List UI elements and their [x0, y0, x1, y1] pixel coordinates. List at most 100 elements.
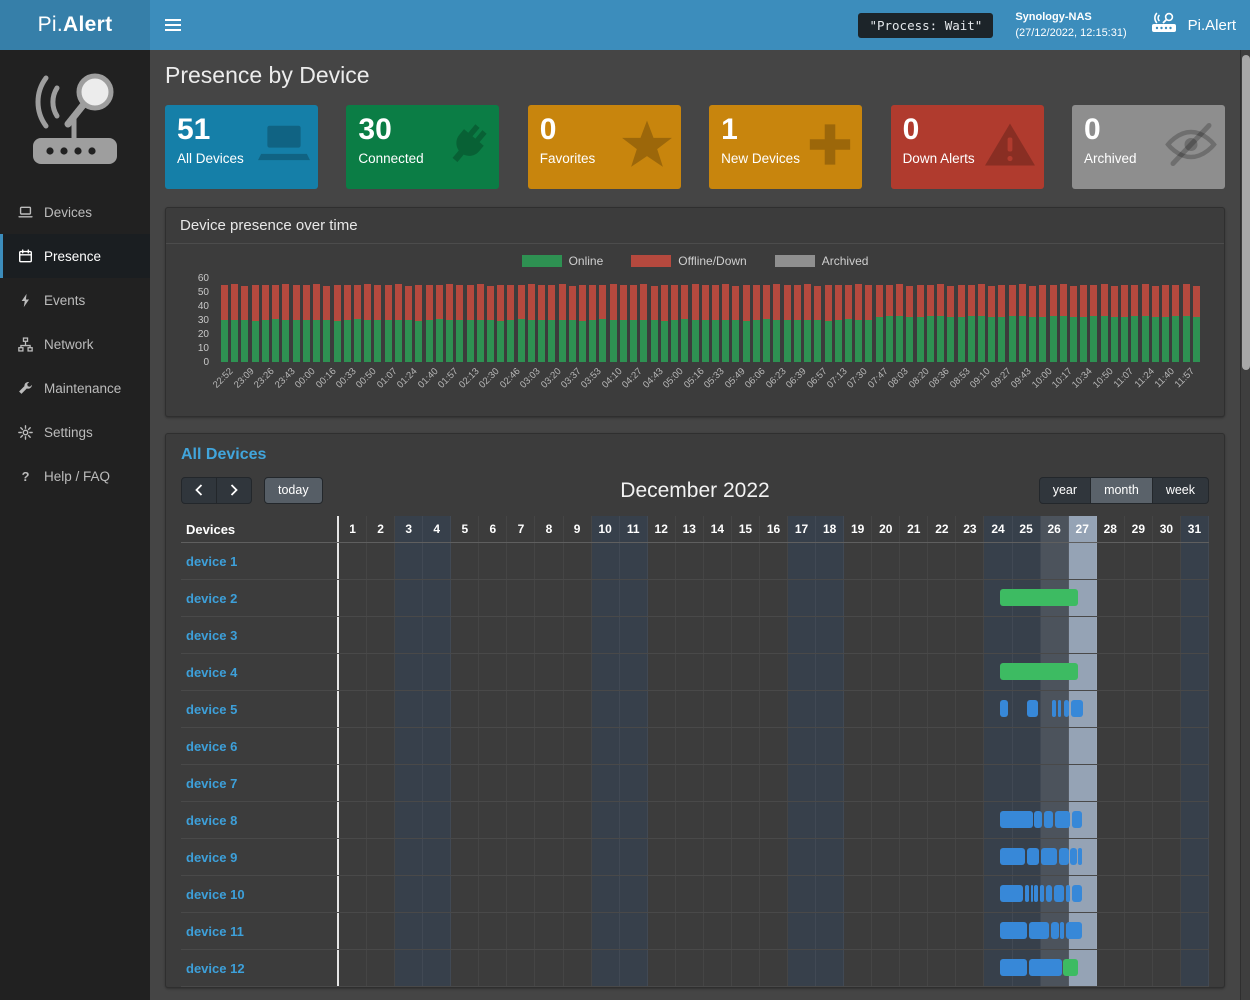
device-link-device-6[interactable]: device 6 — [186, 739, 237, 754]
view-week-button[interactable]: week — [1153, 477, 1209, 504]
chart-bar-online — [630, 320, 637, 362]
presence-bar-blue[interactable] — [1027, 848, 1039, 865]
sidebar-toggle-button[interactable] — [150, 0, 196, 50]
device-link-device-5[interactable]: device 5 — [186, 702, 237, 717]
device-link-device-10[interactable]: device 10 — [186, 887, 245, 902]
presence-bar-blue[interactable] — [1025, 885, 1029, 902]
device-name-cell: device 8 — [181, 802, 339, 838]
presence-bar-blue[interactable] — [1059, 848, 1069, 865]
chart-bar-offline — [507, 285, 514, 320]
chart-bar-offline — [906, 286, 913, 317]
presence-bar-blue[interactable] — [1000, 811, 1033, 828]
sidebar-item-maintenance[interactable]: Maintenance — [0, 366, 150, 410]
calendar-title: December 2022 — [441, 479, 949, 503]
sidebar-item-devices[interactable]: Devices — [0, 190, 150, 234]
presence-bar-blue[interactable] — [1072, 885, 1082, 902]
chart-bar-offline — [610, 284, 617, 320]
summary-tile-new-devices[interactable]: 1New Devices — [709, 105, 862, 189]
calendar-prev-button[interactable] — [181, 477, 217, 504]
presence-bar-blue[interactable] — [1034, 811, 1042, 828]
device-link-device-12[interactable]: device 12 — [186, 961, 245, 976]
chart-bar-offline — [988, 286, 995, 317]
presence-bar-blue[interactable] — [1070, 848, 1076, 865]
presence-bars-overlay — [339, 839, 1209, 875]
sidebar-item-network[interactable]: Network — [0, 322, 150, 366]
day-header-17: 17 — [788, 516, 816, 542]
laptop-icon — [258, 123, 310, 172]
presence-bar-blue[interactable] — [1055, 811, 1070, 828]
presence-bar-blue[interactable] — [1029, 959, 1063, 976]
presence-bar-blue[interactable] — [1041, 848, 1057, 865]
view-year-button[interactable]: year — [1039, 477, 1091, 504]
y-axis-tick: 50 — [181, 287, 209, 298]
scrollbar-thumb[interactable] — [1242, 55, 1250, 370]
gear-icon — [17, 425, 34, 440]
sidebar-item-events[interactable]: Events — [0, 278, 150, 322]
summary-tiles: 51All Devices 30Connected 0Favorites 1New D… — [165, 105, 1225, 189]
presence-bar-blue[interactable] — [1029, 922, 1049, 939]
presence-bar-blue[interactable] — [1000, 848, 1025, 865]
chart-bar-online — [395, 320, 402, 362]
device-name-cell: device 6 — [181, 728, 339, 764]
main-content: Presence by Device 51All Devices30Connec… — [150, 50, 1240, 1000]
presence-bar-blue[interactable] — [1058, 700, 1061, 717]
device-link-device-3[interactable]: device 3 — [186, 628, 237, 643]
presence-bar-blue[interactable] — [1060, 922, 1064, 939]
presence-bar-blue[interactable] — [1031, 885, 1033, 902]
calendar-today-button[interactable]: today — [264, 477, 323, 504]
chart-bar-offline — [958, 285, 965, 317]
presence-bar-blue[interactable] — [1046, 885, 1052, 902]
summary-tile-down-alerts[interactable]: 0Down Alerts — [891, 105, 1044, 189]
presence-bar-blue[interactable] — [1071, 700, 1083, 717]
device-link-device-9[interactable]: device 9 — [186, 850, 237, 865]
presence-bar-blue[interactable] — [1072, 811, 1082, 828]
day-header-18: 18 — [816, 516, 844, 542]
view-month-button[interactable]: month — [1091, 477, 1153, 504]
presence-bar-blue[interactable] — [1027, 700, 1038, 717]
page-scrollbar[interactable] — [1240, 50, 1250, 1000]
device-link-device-4[interactable]: device 4 — [186, 665, 237, 680]
presence-bar-blue[interactable] — [1000, 959, 1027, 976]
presence-bar-blue[interactable] — [1054, 885, 1064, 902]
device-link-device-1[interactable]: device 1 — [186, 554, 237, 569]
summary-tile-favorites[interactable]: 0Favorites — [528, 105, 681, 189]
chart-bar-offline — [896, 284, 903, 316]
sidebar-item-help-faq[interactable]: ?Help / FAQ — [0, 454, 150, 498]
presence-bar-green[interactable] — [1000, 589, 1079, 606]
calendar-next-button[interactable] — [217, 477, 252, 504]
sidebar-item-settings[interactable]: Settings — [0, 410, 150, 454]
presence-bars-overlay — [339, 543, 1209, 579]
host-timestamp: (27/12/2022, 12:15:31) — [1015, 25, 1126, 42]
presence-bar-blue[interactable] — [1078, 848, 1082, 865]
device-link-device-11[interactable]: device 11 — [186, 924, 244, 939]
presence-bar-blue[interactable] — [1064, 700, 1070, 717]
chart-bar-online — [589, 320, 596, 362]
device-link-device-2[interactable]: device 2 — [186, 591, 237, 606]
presence-bar-blue[interactable] — [1000, 922, 1027, 939]
presence-bar-blue[interactable] — [1052, 700, 1056, 717]
presence-bar-blue[interactable] — [1066, 922, 1082, 939]
summary-tile-connected[interactable]: 30Connected — [346, 105, 499, 189]
device-link-device-8[interactable]: device 8 — [186, 813, 237, 828]
sidebar-item-presence[interactable]: Presence — [0, 234, 150, 278]
summary-tile-archived[interactable]: 0Archived — [1072, 105, 1225, 189]
chart-bar-online — [1172, 316, 1179, 362]
presence-bar-blue[interactable] — [1040, 885, 1044, 902]
presence-bar-green[interactable] — [1000, 663, 1079, 680]
presence-bar-blue[interactable] — [1034, 885, 1038, 902]
presence-bar-green[interactable] — [1063, 959, 1079, 976]
chart-bar-offline — [477, 284, 484, 320]
chart-bar-offline — [743, 285, 750, 321]
chart-bar-online — [978, 316, 985, 362]
brand-logo[interactable]: Pi.Alert — [0, 0, 150, 50]
presence-bar-blue[interactable] — [1000, 885, 1023, 902]
presence-bar-blue[interactable] — [1000, 700, 1008, 717]
presence-bar-blue[interactable] — [1044, 811, 1053, 828]
chart-bar-online — [456, 320, 463, 362]
device-link-device-7[interactable]: device 7 — [186, 776, 237, 791]
summary-tile-all-devices[interactable]: 51All Devices — [165, 105, 318, 189]
presence-bar-blue[interactable] — [1051, 922, 1059, 939]
presence-bar-blue[interactable] — [1066, 885, 1070, 902]
legend-item-archived: Archived — [775, 254, 869, 268]
chart-bar-offline — [528, 284, 535, 320]
